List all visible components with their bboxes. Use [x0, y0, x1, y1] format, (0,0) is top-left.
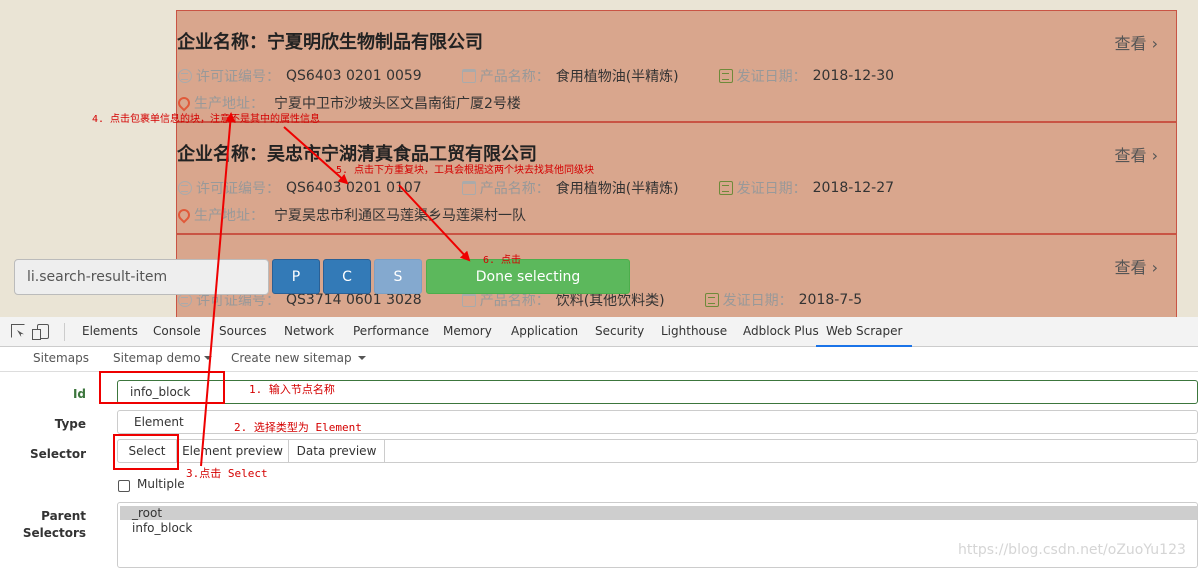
calendar-icon	[718, 69, 733, 83]
parent-label: Parent	[41, 509, 86, 523]
license-field: 许可证编号： QS6403 0201 0107	[178, 178, 422, 198]
annotation-step6: 6. 点击	[483, 255, 522, 266]
type-label: Type	[54, 417, 86, 431]
chevron-right-icon: ›	[1151, 146, 1158, 165]
date-field: 发证日期： 2018-12-30	[718, 66, 894, 86]
tab-memory[interactable]: Memory	[443, 317, 492, 347]
tab-console[interactable]: Console	[153, 317, 201, 347]
calendar-icon	[704, 293, 719, 307]
address-row: 生产地址： 宁夏吴忠市利通区马莲渠乡马莲渠村一队	[175, 205, 526, 225]
select-parent-button[interactable]: P	[272, 259, 320, 294]
tab-network[interactable]: Network	[284, 317, 334, 347]
nav-sitemaps[interactable]: Sitemaps	[33, 351, 89, 365]
select-child-button[interactable]: C	[323, 259, 371, 294]
caret-down-icon	[203, 356, 212, 360]
data-preview-button[interactable]: Data preview	[289, 440, 385, 462]
company-title[interactable]: 企业名称：宁夏明欣生物制品有限公司	[177, 28, 483, 54]
bag-icon	[461, 69, 476, 83]
location-pin-icon	[175, 206, 193, 224]
search-result-card[interactable]: 企业名称：宁夏明欣生物制品有限公司 查看 › 许可证编号： QS6403 0201…	[175, 10, 1177, 122]
watermark: https://blog.csdn.net/oZuoYu123	[958, 542, 1186, 558]
inspect-element-icon[interactable]	[11, 324, 25, 338]
card-info-row: 许可证编号： QS6403 0201 0059 产品名称： 食用植物油(半精炼) 发…	[178, 66, 894, 86]
parent-option-root[interactable]: _root	[120, 506, 1197, 520]
license-field: 许可证编号： QS6403 0201 0059	[178, 66, 422, 86]
selected-selector-display[interactable]: li.search-result-item	[14, 259, 269, 295]
annotation-step1: 1. 输入节点名称	[249, 383, 335, 396]
tab-performance[interactable]: Performance	[353, 317, 429, 347]
bag-icon	[461, 293, 476, 307]
annotation-box-id	[99, 371, 225, 404]
parent-selectors-list[interactable]: _root info_block	[117, 502, 1198, 568]
bag-icon	[461, 181, 476, 195]
selector-label: Selector	[29, 447, 86, 461]
scraper-nav-bar: Sitemaps Sitemap demo Create new sitemap	[0, 347, 1198, 372]
license-icon	[178, 293, 192, 307]
location-pin-icon	[175, 94, 193, 112]
card-info-row: 许可证编号： QS6403 0201 0107 产品名称： 食用植物油(半精炼) 发…	[178, 178, 894, 198]
annotation-step4: 4. 点击包裹单信息的块，注意不是其中的属性信息	[92, 114, 321, 125]
nav-create-sitemap[interactable]: Create new sitemap	[231, 351, 366, 365]
license-icon	[178, 181, 192, 195]
parent-option-info-block[interactable]: info_block	[132, 521, 192, 535]
annotation-box-select	[113, 434, 179, 470]
annotation-step2: 2. 选择类型为 Element	[234, 421, 362, 434]
multiple-label: Multiple	[137, 477, 185, 491]
selector-button-group: Select Element preview Data preview	[117, 439, 1198, 463]
element-preview-button[interactable]: Element preview	[177, 440, 289, 462]
device-toolbar-icon[interactable]	[32, 324, 49, 340]
calendar-icon	[718, 181, 733, 195]
chevron-right-icon: ›	[1151, 34, 1158, 53]
chevron-right-icon: ›	[1151, 258, 1158, 277]
tab-sources[interactable]: Sources	[219, 317, 266, 347]
annotation-step3: 3.点击 Select	[186, 467, 268, 480]
license-icon	[178, 69, 192, 83]
tab-adblock-plus[interactable]: Adblock Plus	[743, 317, 819, 347]
tab-lighthouse[interactable]: Lighthouse	[661, 317, 727, 347]
product-field: 产品名称： 食用植物油(半精炼)	[461, 178, 679, 198]
done-selecting-button[interactable]: Done selecting	[426, 259, 630, 294]
devtools-tab-bar: Elements Console Sources Network Perform…	[0, 317, 1198, 347]
product-field: 产品名称： 食用植物油(半精炼)	[461, 66, 679, 86]
tab-web-scraper[interactable]: Web Scraper	[816, 317, 913, 347]
tab-security[interactable]: Security	[595, 317, 644, 347]
view-link[interactable]: 查看 ›	[1114, 142, 1158, 166]
caret-down-icon	[357, 356, 366, 360]
tab-elements[interactable]: Elements	[82, 317, 138, 347]
nav-sitemap-demo[interactable]: Sitemap demo	[113, 351, 212, 365]
view-link[interactable]: 查看 ›	[1114, 254, 1158, 278]
id-label: Id	[72, 387, 86, 401]
select-sibling-button[interactable]: S	[374, 259, 422, 294]
search-result-card[interactable]: 企业名称：吴忠市宁湖清真食品工贸有限公司 查看 › 许可证编号： QS6403 0…	[175, 122, 1177, 234]
tab-application[interactable]: Application	[511, 317, 578, 347]
annotation-step5: 5. 点击下方重复块，工具会根据这两个块去找其他同级块	[336, 165, 595, 176]
multiple-checkbox[interactable]	[118, 480, 130, 492]
selectors-label: Selectors	[22, 526, 86, 540]
date-field: 发证日期： 2018-12-27	[718, 178, 894, 198]
webpage-viewport: 企业名称：宁夏明欣生物制品有限公司 查看 › 许可证编号： QS6403 0201…	[0, 0, 1198, 317]
toolbar-divider	[64, 323, 65, 341]
date-field: 发证日期： 2018-7-5	[704, 290, 862, 310]
view-link[interactable]: 查看 ›	[1114, 30, 1158, 54]
